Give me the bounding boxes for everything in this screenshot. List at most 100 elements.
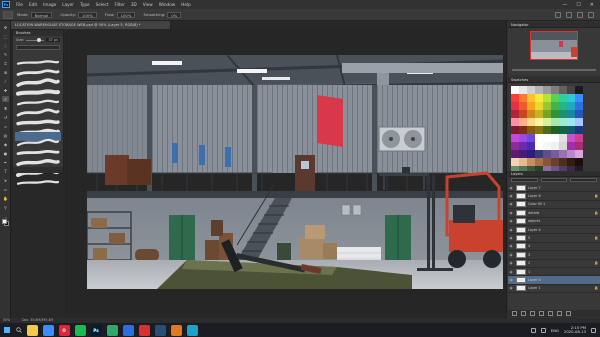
color-swatch[interactable] [511,126,519,134]
color-swatch[interactable] [559,110,567,118]
color-swatch[interactable] [543,150,551,158]
pressure-icon[interactable] [555,11,561,18]
color-swatch[interactable] [567,126,575,134]
menu-image[interactable]: Image [40,2,59,7]
color-swatch[interactable] [543,158,551,166]
brush-search-input[interactable] [16,45,60,50]
brush-preset[interactable] [15,102,61,117]
layer-visibility-eye-icon[interactable]: ◉ [508,186,514,190]
pen-tool-icon[interactable]: ✒ [2,159,9,165]
color-swatch[interactable] [511,158,519,166]
color-swatch[interactable] [543,142,551,150]
color-swatch[interactable] [567,142,575,150]
color-swatch[interactable] [511,110,519,118]
layer-visibility-eye-icon[interactable]: ◉ [508,228,514,232]
color-swatch[interactable] [559,86,567,94]
taskbar-app-cyan-icon[interactable] [186,324,198,336]
layer-opacity-field[interactable] [570,178,598,182]
color-swatch[interactable] [567,134,575,142]
stamp-tool-icon[interactable]: ♜ [2,105,9,111]
color-swatch[interactable] [527,118,535,126]
document-tab[interactable]: LOCATION WAREHOUSE STORAGE WEB.psd @ 50%… [11,21,171,29]
color-swatch[interactable] [567,110,575,118]
color-swatch[interactable] [543,94,551,102]
layer-visibility-eye-icon[interactable]: ◉ [508,211,514,215]
new-group-icon[interactable] [548,311,553,316]
color-swatch[interactable] [527,102,535,110]
lasso-tool-icon[interactable]: ◌ [2,42,9,48]
menu-filter[interactable]: Filter [111,2,127,7]
color-swatch[interactable] [543,118,551,126]
workspace-icon[interactable] [588,11,594,18]
layer-visibility-eye-icon[interactable]: ◉ [508,286,514,290]
blur-tool-icon[interactable]: ◆ [2,141,9,147]
brush-preset[interactable] [15,112,61,126]
layer-row[interactable]: ◉ 3 [508,251,600,260]
color-swatch[interactable] [535,158,543,166]
zoom-tool-icon[interactable]: ⚲ [2,204,9,210]
maximize-button[interactable]: ☐ [576,2,580,8]
marquee-tool-icon[interactable]: ⬚ [2,33,9,39]
layer-kind-filter[interactable] [511,178,538,182]
type-tool-icon[interactable]: T [2,168,9,174]
color-swatch[interactable] [527,86,535,94]
color-swatch[interactable] [567,158,575,166]
brush-preset[interactable] [15,142,61,156]
close-button[interactable]: ✕ [590,2,594,8]
path-select-tool-icon[interactable]: ➤ [2,177,9,183]
hand-tool-icon[interactable]: ✋ [2,195,9,201]
layer-row[interactable]: ◉ Layer 6 🔒 [508,192,600,201]
system-clock[interactable]: 2:15 PM 2020-08-13 [564,325,586,335]
color-swatch[interactable] [575,134,583,142]
notifications-icon[interactable] [591,327,596,333]
color-swatch[interactable] [519,158,527,166]
brush-preset[interactable] [15,122,61,137]
brush-size-value[interactable]: 37 px [46,38,60,42]
opacity-field[interactable]: 100% [77,11,97,18]
color-swatch[interactable] [535,86,543,94]
color-swatch[interactable] [559,118,567,126]
color-swatch[interactable] [527,134,535,142]
layer-row[interactable]: ◉ Color fill 1 [508,201,600,210]
brush-preset[interactable] [15,62,61,76]
layer-row[interactable]: ◉ Layer 1 🔒 [508,285,600,294]
network-icon[interactable] [530,327,536,333]
shape-tool-icon[interactable]: ▭ [2,186,9,192]
color-swatch[interactable] [559,94,567,102]
minimize-button[interactable]: — [562,2,567,8]
taskbar-app-orange-icon[interactable] [170,324,182,336]
layer-visibility-eye-icon[interactable]: ◉ [508,236,514,240]
color-swatch[interactable] [535,142,543,150]
flow-option[interactable]: Flow: 100% [101,11,140,18]
layer-visibility-eye-icon[interactable]: ◉ [508,270,514,274]
foreground-color-swatch[interactable] [2,219,7,224]
menu-help[interactable]: Help [178,2,194,7]
brush-size-slider[interactable] [26,38,45,42]
brush-preset[interactable] [15,72,61,87]
color-swatch[interactable] [511,94,519,102]
canvas-area[interactable] [65,29,506,318]
brush-preset[interactable] [15,172,61,185]
layer-row[interactable]: ◉ objects [508,218,600,226]
layer-row[interactable]: ◉ Layer 4 [508,226,600,235]
taskbar-search-icon[interactable] [14,323,24,337]
layer-row[interactable]: ◉ 4 [508,243,600,252]
taskbar-spotify-icon[interactable] [74,324,86,336]
frame-tool-icon[interactable]: ⊠ [2,69,9,75]
quick-select-tool-icon[interactable]: ✎ [2,51,9,57]
layer-style-icon[interactable] [521,311,526,316]
layer-visibility-eye-icon[interactable]: ◉ [508,244,514,248]
taskbar-app-blue-icon[interactable] [122,324,134,336]
color-swatch[interactable] [543,86,551,94]
brush-size-knob[interactable] [37,38,42,42]
color-swatch[interactable] [559,142,567,150]
color-swatch[interactable] [551,126,559,134]
layer-row[interactable]: ◉ 1 [508,268,600,277]
search-icon[interactable] [577,11,583,18]
color-swatch[interactable] [543,134,551,142]
color-swatch[interactable] [535,126,543,134]
healing-tool-icon[interactable]: ✚ [2,87,9,93]
color-swatch[interactable] [575,94,583,102]
color-swatch[interactable] [543,102,551,110]
color-swatch[interactable] [535,94,543,102]
